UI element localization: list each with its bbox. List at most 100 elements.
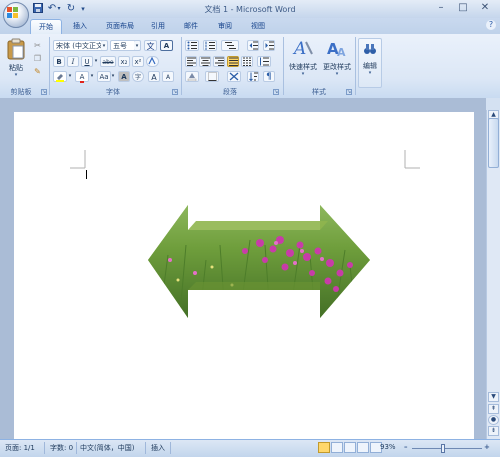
subscript-button[interactable]: x₂ xyxy=(118,56,130,67)
distributed-button[interactable] xyxy=(241,56,253,67)
paste-button[interactable]: 粘贴 ▾ xyxy=(5,38,27,82)
status-divider xyxy=(76,442,77,454)
print-layout-view-icon[interactable] xyxy=(318,442,330,453)
margin-corner-mark xyxy=(70,150,86,169)
font-color-dropdown-icon[interactable]: ▾ xyxy=(89,71,95,82)
justify-button[interactable] xyxy=(227,56,239,67)
format-painter-icon[interactable]: ✎ xyxy=(32,66,43,77)
outline-view-icon[interactable] xyxy=(357,442,369,453)
align-left-button[interactable] xyxy=(185,56,197,67)
previous-page-icon[interactable]: ⇞ xyxy=(488,404,499,414)
zoom-slider-thumb[interactable] xyxy=(441,444,445,453)
paste-dropdown-icon[interactable]: ▾ xyxy=(5,72,27,78)
chinese-layout-button[interactable] xyxy=(227,71,241,82)
styles-group-label: 样式 xyxy=(312,88,326,96)
quick-styles-icon: A xyxy=(292,39,313,58)
increase-indent-button[interactable] xyxy=(263,40,275,51)
underline-button[interactable]: U xyxy=(81,56,93,67)
borders-button[interactable] xyxy=(205,71,219,82)
copy-icon[interactable]: ❐ xyxy=(32,53,43,64)
save-icon[interactable] xyxy=(32,3,44,15)
highlight-button[interactable] xyxy=(53,71,67,82)
tab-mailings[interactable]: 邮件 xyxy=(178,19,204,34)
paragraph-group-label: 段落 xyxy=(223,88,237,96)
font-color-button[interactable]: A xyxy=(75,71,89,83)
highlight-dropdown-icon[interactable]: ▾ xyxy=(67,71,73,82)
shading-button[interactable] xyxy=(185,71,199,82)
tab-view[interactable]: 视图 xyxy=(245,19,271,34)
ruler-toggle-icon[interactable] xyxy=(486,98,500,110)
scroll-thumb[interactable] xyxy=(488,118,499,168)
redo-icon[interactable]: ↻ xyxy=(65,3,77,15)
close-icon[interactable]: ✕ xyxy=(474,1,496,15)
change-case-button[interactable]: Aa xyxy=(97,71,111,82)
binoculars-icon xyxy=(364,44,376,54)
character-shading-button[interactable]: A xyxy=(118,71,130,82)
character-border-button[interactable]: A xyxy=(160,40,173,51)
language-status[interactable]: 中文(简体，中国) xyxy=(80,443,134,453)
tab-review[interactable]: 审阅 xyxy=(212,19,238,34)
scroll-down-icon[interactable]: ▼ xyxy=(488,392,499,402)
paste-icon xyxy=(7,38,25,60)
align-right-button[interactable] xyxy=(213,56,225,67)
strikethrough-button[interactable]: abe xyxy=(100,56,116,67)
cut-icon[interactable]: ✂ xyxy=(32,40,43,51)
change-case-dropdown-icon[interactable]: ▾ xyxy=(110,71,116,82)
superscript-button[interactable]: x² xyxy=(132,56,144,67)
paragraph-launcher-icon[interactable]: ↘ xyxy=(273,89,279,95)
shrink-font-button[interactable]: A xyxy=(162,71,174,82)
zoom-out-icon[interactable]: – xyxy=(404,443,408,451)
italic-button[interactable]: I xyxy=(67,56,79,67)
tab-home[interactable]: 开始 xyxy=(30,19,62,35)
quick-styles-dropdown-icon: ▾ xyxy=(301,71,305,77)
tab-references[interactable]: 引用 xyxy=(145,19,171,34)
next-page-icon[interactable]: ⇟ xyxy=(488,426,499,436)
sort-button[interactable] xyxy=(247,71,259,82)
numbering-button[interactable] xyxy=(203,40,217,51)
tab-insert[interactable]: 插入 xyxy=(65,19,95,34)
bullets-button[interactable] xyxy=(185,40,199,51)
group-divider xyxy=(181,37,182,95)
multilevel-list-button[interactable] xyxy=(221,40,239,51)
undo-dropdown-icon[interactable]: ▾ xyxy=(56,3,62,15)
enclose-characters-button[interactable]: 字 xyxy=(132,71,144,82)
full-screen-reading-view-icon[interactable] xyxy=(331,442,343,453)
decrease-indent-button[interactable] xyxy=(247,40,259,51)
page-count[interactable]: 页面: 1/1 xyxy=(5,443,35,453)
phonetic-guide-button[interactable]: 文 xyxy=(144,40,157,51)
status-divider xyxy=(170,442,171,454)
word-count[interactable]: 字数: 0 xyxy=(50,443,73,453)
insert-mode-status[interactable]: 插入 xyxy=(151,443,165,453)
editing-button[interactable]: 编辑 ▾ xyxy=(358,38,382,88)
underline-dropdown-icon[interactable]: ▾ xyxy=(93,56,99,67)
text-effect-button[interactable] xyxy=(146,56,159,67)
bold-button[interactable]: B xyxy=(53,56,65,67)
grow-font-button[interactable]: A xyxy=(148,71,160,82)
customize-qat-icon[interactable]: ▾ xyxy=(79,3,87,15)
change-styles-button[interactable]: A A 更改样式 ▾ xyxy=(320,38,354,84)
font-name-field[interactable]: 宋体 (中文正文) xyxy=(53,40,107,51)
maximize-icon[interactable]: □ xyxy=(452,1,474,15)
clipboard-launcher-icon[interactable]: ↘ xyxy=(41,89,47,95)
editing-dropdown-icon: ▾ xyxy=(368,70,372,76)
align-center-button[interactable] xyxy=(199,56,211,67)
vertical-scrollbar[interactable]: ▲ ▼ ⇞ ● ⇟ xyxy=(486,110,500,439)
font-group-label: 字体 xyxy=(106,88,120,96)
styles-launcher-icon[interactable]: ↘ xyxy=(346,89,352,95)
zoom-slider[interactable] xyxy=(412,448,482,449)
quick-styles-button[interactable]: A 快速样式 ▾ xyxy=(286,38,320,84)
font-size-dropdown-icon[interactable]: ▾ xyxy=(134,40,141,51)
tab-page-layout[interactable]: 页面布局 xyxy=(100,19,140,34)
line-spacing-button[interactable] xyxy=(257,56,271,67)
minimize-icon[interactable]: – xyxy=(430,1,452,15)
show-marks-button[interactable]: ¶ xyxy=(263,71,275,82)
browse-object-icon[interactable]: ● xyxy=(488,415,499,425)
web-layout-view-icon[interactable] xyxy=(344,442,356,453)
zoom-in-icon[interactable]: + xyxy=(484,443,490,451)
zoom-level[interactable]: 93% xyxy=(380,443,396,451)
office-logo-icon xyxy=(7,7,18,18)
font-name-dropdown-icon[interactable]: ▾ xyxy=(101,40,108,51)
help-icon[interactable]: ? xyxy=(486,20,496,30)
double-arrow-shape[interactable] xyxy=(140,185,378,325)
font-launcher-icon[interactable]: ↘ xyxy=(172,89,178,95)
